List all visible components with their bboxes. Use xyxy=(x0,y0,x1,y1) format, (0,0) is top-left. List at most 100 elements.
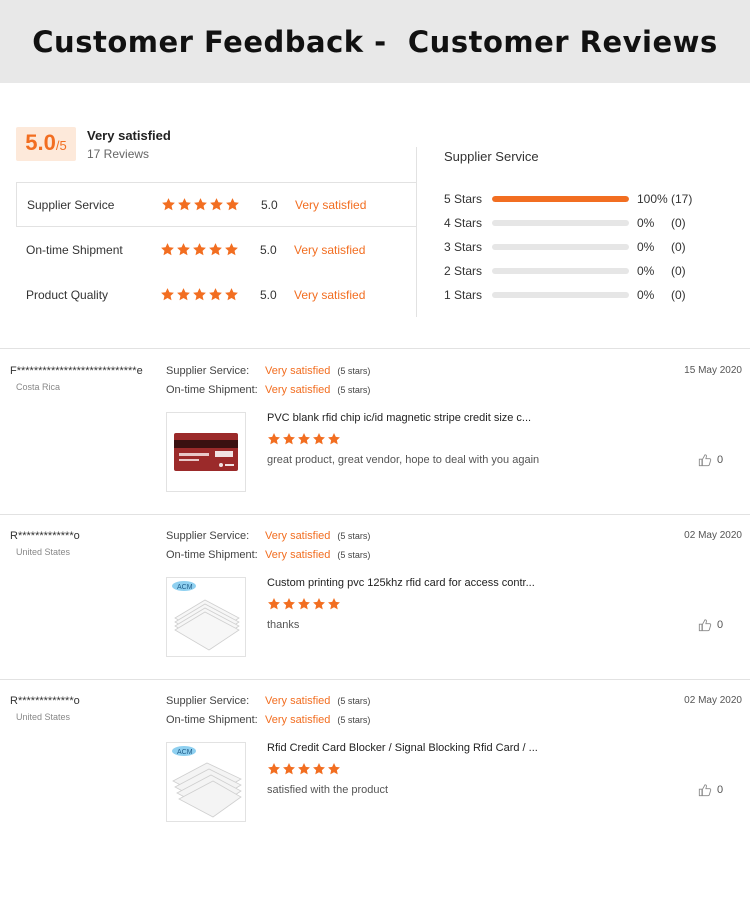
star-icon xyxy=(160,242,175,257)
distribution-row-4: 4 Stars 0% (0) xyxy=(444,211,744,235)
distribution-bar-fill xyxy=(492,196,629,202)
review-item: F****************************e Costa Ric… xyxy=(0,365,750,530)
shipment-stars: (5 stars) xyxy=(337,550,371,560)
supplier-service-line: Supplier Service: Very satisfied (5 star… xyxy=(166,695,370,707)
like-button[interactable]: 0 xyxy=(698,453,723,467)
star-icon xyxy=(267,597,281,611)
review-comment: thanks xyxy=(267,619,300,631)
supplier-service-line: Supplier Service: Very satisfied (5 star… xyxy=(166,365,370,377)
star-icon xyxy=(312,597,326,611)
thumbs-up-icon xyxy=(698,453,712,467)
like-button[interactable]: 0 xyxy=(698,783,723,797)
product-thumbnail[interactable] xyxy=(166,412,246,492)
like-count: 0 xyxy=(717,784,724,796)
page-title: Customer Feedback - Customer Reviews xyxy=(32,24,718,59)
distribution-percent: 0% xyxy=(637,216,655,230)
product-thumbnail[interactable]: ACM xyxy=(166,742,246,822)
supplier-service-stars: (5 stars) xyxy=(337,696,371,706)
distribution-row-3: 3 Stars 0% (0) xyxy=(444,235,744,259)
like-count: 0 xyxy=(717,619,724,631)
review-divider xyxy=(0,514,750,515)
shipment-label: On-time Shipment: xyxy=(166,549,258,561)
review-star-rating xyxy=(267,597,341,611)
summary-divider xyxy=(416,147,417,317)
supplier-service-label: Supplier Service: xyxy=(166,695,250,707)
distribution-label: 3 Stars xyxy=(444,240,483,254)
rating-row-product-quality[interactable]: Product Quality 5.0 Very satisfied xyxy=(16,272,417,317)
rating-row-on-time-shipment[interactable]: On-time Shipment 5.0 Very satisfied xyxy=(16,227,417,272)
product-title-link[interactable]: Rfid Credit Card Blocker / Signal Blocki… xyxy=(267,742,538,754)
star-rating xyxy=(160,287,260,302)
distribution-label: 2 Stars xyxy=(444,264,483,278)
star-icon xyxy=(224,287,239,302)
distribution-label: 5 Stars xyxy=(444,192,483,206)
rating-value: 5.0 xyxy=(260,242,277,257)
distribution-percent: 0% xyxy=(637,240,655,254)
shipment-line: On-time Shipment: Very satisfied (5 star… xyxy=(166,384,370,396)
star-icon xyxy=(327,762,341,776)
distribution-bar xyxy=(492,268,629,274)
star-icon xyxy=(327,432,341,446)
overall-rating-label: Very satisfied xyxy=(87,128,171,143)
review-date: 02 May 2020 xyxy=(684,695,742,706)
like-count: 0 xyxy=(717,454,724,466)
distribution-count: (0) xyxy=(671,216,686,230)
white-cards-image: ACM xyxy=(172,746,242,818)
rating-text: Very satisfied xyxy=(294,242,366,257)
brand-logo-text: ACM xyxy=(177,749,193,756)
like-button[interactable]: 0 xyxy=(698,618,723,632)
distribution-count: (17) xyxy=(671,192,693,206)
thumbs-up-icon xyxy=(698,618,712,632)
review-comment: great product, great vendor, hope to dea… xyxy=(267,454,540,466)
shipment-label: On-time Shipment: xyxy=(166,714,258,726)
distribution-bar xyxy=(492,292,629,298)
star-icon xyxy=(208,242,223,257)
shipment-label: On-time Shipment: xyxy=(166,384,258,396)
star-icon xyxy=(225,197,240,212)
star-icon xyxy=(297,597,311,611)
product-title-link[interactable]: Custom printing pvc 125khz rfid card for… xyxy=(267,577,535,589)
overall-score-badge: 5.0 /5 xyxy=(16,127,76,161)
star-icon xyxy=(267,432,281,446)
review-date: 02 May 2020 xyxy=(684,530,742,541)
product-thumbnail[interactable]: ACM xyxy=(166,577,246,657)
product-title-link[interactable]: PVC blank rfid chip ic/id magnetic strip… xyxy=(267,412,531,424)
star-icon xyxy=(282,597,296,611)
distribution-label: 1 Stars xyxy=(444,288,483,302)
review-divider xyxy=(0,679,750,680)
red-card-image xyxy=(174,433,238,471)
thumbs-up-icon xyxy=(698,783,712,797)
star-icon xyxy=(267,762,281,776)
supplier-service-line: Supplier Service: Very satisfied (5 star… xyxy=(166,530,370,542)
distribution-bar xyxy=(492,244,629,250)
star-icon xyxy=(297,432,311,446)
rating-row-supplier-service[interactable]: Supplier Service 5.0 Very satisfied xyxy=(16,182,417,227)
shipment-value: Very satisfied xyxy=(265,714,331,726)
review-item: R*************o United States 02 May 202… xyxy=(0,530,750,695)
shipment-stars: (5 stars) xyxy=(337,385,371,395)
supplier-service-label: Supplier Service: xyxy=(166,365,250,377)
star-icon xyxy=(177,197,192,212)
distribution-title: Supplier Service xyxy=(444,149,539,164)
reviewer-name: R*************o xyxy=(10,530,80,542)
shipment-value: Very satisfied xyxy=(265,384,331,396)
review-star-rating xyxy=(267,762,341,776)
rating-value: 5.0 xyxy=(260,287,277,302)
distribution-percent: 100% xyxy=(637,192,668,206)
rating-row-label: Product Quality xyxy=(26,287,109,302)
distribution-count: (0) xyxy=(671,288,686,302)
rating-value: 5.0 xyxy=(261,197,278,212)
overall-score: 5.0 xyxy=(25,130,56,155)
reviewer-name: R*************o xyxy=(10,695,80,707)
rating-text: Very satisfied xyxy=(294,287,366,302)
reviewer-country: United States xyxy=(16,712,71,722)
supplier-service-label: Supplier Service: xyxy=(166,530,250,542)
supplier-service-value: Very satisfied xyxy=(265,695,331,707)
supplier-service-stars: (5 stars) xyxy=(337,531,371,541)
distribution-bar xyxy=(492,220,629,226)
star-rating xyxy=(161,197,261,212)
shipment-stars: (5 stars) xyxy=(337,715,371,725)
star-icon xyxy=(282,762,296,776)
star-icon xyxy=(192,242,207,257)
distribution-bar xyxy=(492,196,629,202)
